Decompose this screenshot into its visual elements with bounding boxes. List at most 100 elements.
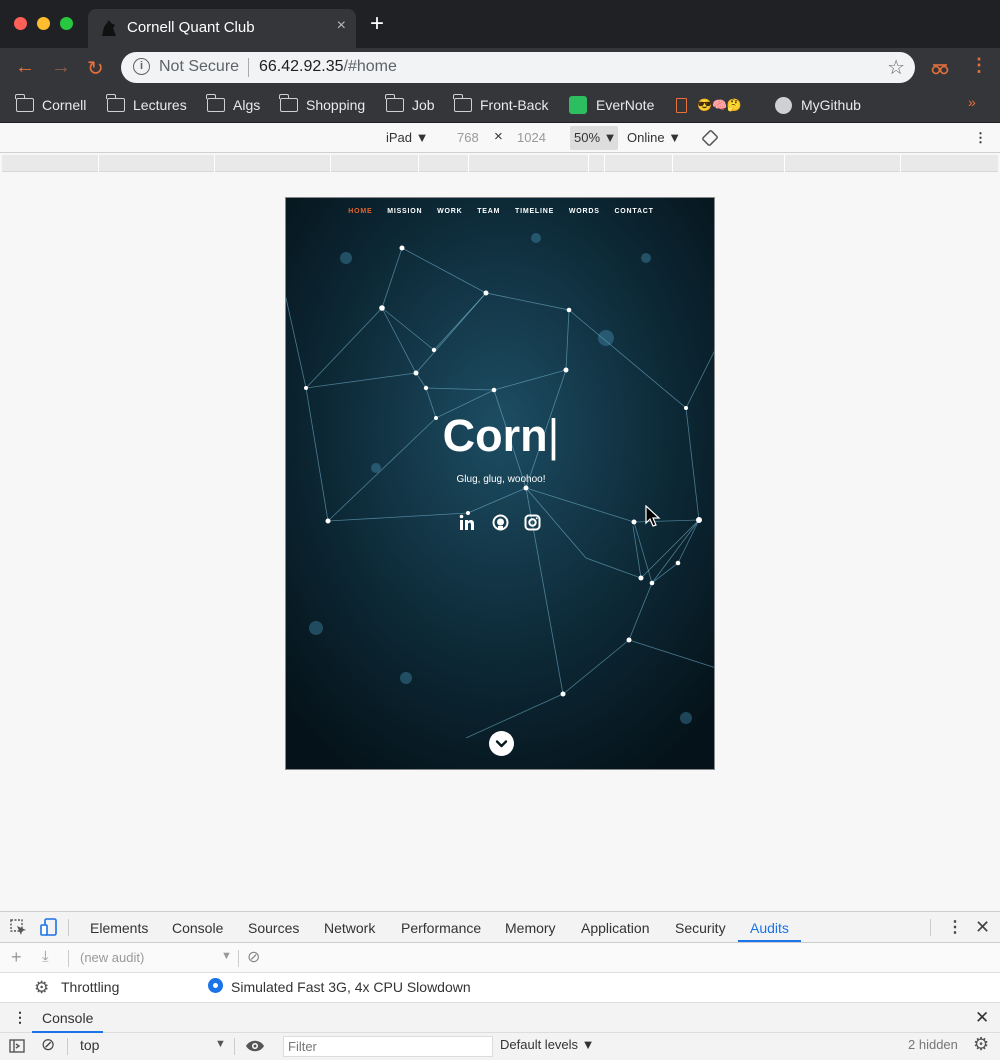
tab-divider [930, 919, 931, 936]
bookmarks-bar: Cornell Lectures Algs Shopping Job Front… [0, 88, 1000, 123]
devtools-close-icon[interactable]: ✕ [975, 917, 990, 938]
maximize-window-button[interactable] [60, 17, 73, 30]
folder-icon [385, 94, 404, 112]
url-text[interactable]: 66.42.92.35/#home [259, 58, 397, 76]
bookmark-cornell[interactable]: Cornell [15, 94, 87, 116]
address-bar[interactable]: i Not Secure 66.42.92.35/#home ☆ [121, 52, 915, 83]
linkedin-icon[interactable] [459, 514, 476, 531]
device-toggle-icon[interactable] [40, 918, 58, 936]
bookmark-evernote[interactable]: EverNote [569, 94, 654, 116]
tab-close-icon[interactable]: × [337, 17, 346, 35]
github-icon[interactable] [492, 514, 509, 531]
github-icon [775, 96, 792, 114]
add-audit-icon[interactable]: + [11, 947, 22, 968]
device-toolbar: iPad ▼ 768 × 1024 50% ▼ Online ▼ ⋮ [0, 123, 1000, 153]
bookmark-lectures[interactable]: Lectures [106, 94, 187, 116]
nav-work[interactable]: WORK [437, 208, 462, 215]
devtools-menu-icon[interactable]: ⋮ [947, 917, 963, 937]
new-tab-button[interactable]: + [370, 12, 384, 36]
log-levels-select[interactable]: Default levels ▼ [500, 1037, 595, 1052]
tab-audits[interactable]: Audits [750, 920, 789, 936]
minimize-window-button[interactable] [37, 17, 50, 30]
clear-audits-icon[interactable]: ⊘ [247, 947, 260, 967]
tab-divider [68, 919, 69, 936]
gear-icon[interactable]: ⚙ [34, 978, 49, 998]
throttling-radio[interactable] [208, 978, 223, 993]
tab-security[interactable]: Security [675, 920, 726, 936]
device-toolbar-menu-icon[interactable]: ⋮ [974, 130, 987, 146]
console-settings-icon[interactable]: ⚙ [973, 1034, 989, 1055]
eye-icon[interactable] [245, 1039, 265, 1053]
clear-console-icon[interactable]: ⊘ [41, 1035, 55, 1055]
bookmark-label: Cornell [42, 97, 87, 113]
address-divider [248, 58, 249, 77]
bookmark-star-icon[interactable]: ☆ [887, 55, 905, 80]
hero-title-text: Corn [442, 410, 548, 461]
tab-console[interactable]: Console [172, 920, 223, 936]
throttling-value[interactable]: Simulated Fast 3G, 4x CPU Slowdown [231, 979, 471, 995]
drawer-menu-icon[interactable]: ⋮ [13, 1009, 27, 1026]
info-icon[interactable]: i [133, 58, 150, 75]
folder-icon [453, 94, 472, 112]
drawer-close-icon[interactable]: ✕ [975, 1008, 989, 1028]
bookmark-front-back[interactable]: Front-Back [453, 94, 548, 116]
inspect-element-icon[interactable] [10, 919, 28, 937]
more-bookmarks-icon[interactable]: » [968, 94, 976, 110]
bookmark-mygithub[interactable]: MyGithub [775, 94, 861, 116]
rotate-icon[interactable] [701, 129, 719, 147]
drawer-tab-console[interactable]: Console [42, 1010, 93, 1026]
bookmark-shopping[interactable]: Shopping [279, 94, 365, 116]
tab-application[interactable]: Application [581, 920, 650, 936]
nav-team[interactable]: TEAM [477, 208, 500, 215]
scroll-down-button[interactable] [489, 731, 514, 756]
hero-tagline: Glug, glug, woohoo! [456, 474, 546, 485]
bookmark-job[interactable]: Job [385, 94, 435, 116]
bookmark-algs[interactable]: Algs [206, 94, 261, 116]
nav-mission[interactable]: MISSION [387, 208, 422, 215]
close-window-button[interactable] [14, 17, 27, 30]
download-icon[interactable]: ⤓ [42, 948, 49, 965]
throttling-label: Throttling [61, 979, 120, 995]
nav-home[interactable]: HOME [348, 208, 372, 215]
folder-icon [279, 94, 298, 112]
audit-select-arrow-icon[interactable]: ▼ [221, 950, 232, 962]
bookmark-emoji[interactable]: 😎🧠🤔 [676, 94, 742, 116]
audit-select[interactable]: (new audit) [80, 950, 144, 965]
hidden-count: 2 hidden [908, 1037, 958, 1052]
media-query-ruler[interactable] [2, 155, 998, 172]
browser-menu-icon[interactable]: ⋮ [970, 55, 988, 76]
network-select[interactable]: Online ▼ [627, 130, 681, 145]
nav-words[interactable]: WORDS [569, 208, 600, 215]
emulated-viewport[interactable]: HOME MISSION WORK TEAM TIMELINE WORDS CO… [285, 197, 715, 770]
tab-network[interactable]: Network [324, 920, 375, 936]
context-select-arrow-icon[interactable]: ▼ [215, 1038, 226, 1050]
reload-icon[interactable]: ↻ [87, 56, 104, 81]
forward-arrow-icon[interactable]: → [51, 56, 71, 79]
width-input[interactable]: 768 [457, 130, 479, 145]
console-filter-input[interactable]: Filter [283, 1036, 493, 1057]
page-icon [676, 97, 687, 113]
back-arrow-icon[interactable]: ← [15, 56, 35, 79]
instagram-icon[interactable] [524, 514, 541, 531]
browser-tab[interactable]: Cornell Quant Club × [88, 9, 356, 48]
tab-sources[interactable]: Sources [248, 920, 299, 936]
bookmark-label: Algs [233, 97, 261, 113]
evernote-icon [569, 96, 587, 114]
nav-timeline[interactable]: TIMELINE [515, 208, 554, 215]
folder-icon [15, 94, 34, 112]
device-select[interactable]: iPad ▼ [386, 130, 429, 145]
extension-icon[interactable] [931, 61, 949, 75]
nav-contact[interactable]: CONTACT [614, 208, 653, 215]
url-path: /#home [343, 58, 397, 75]
chevron-down-icon [495, 740, 508, 748]
tab-elements[interactable]: Elements [90, 920, 148, 936]
context-select[interactable]: top [80, 1037, 99, 1053]
height-input[interactable]: 1024 [517, 130, 546, 145]
console-toolbar: ⊘ top ▼ Filter Default levels ▼ 2 hidden… [0, 1033, 1000, 1060]
tab-performance[interactable]: Performance [401, 920, 481, 936]
bookmark-label: MyGithub [801, 97, 861, 113]
bookmark-label: Lectures [133, 97, 187, 113]
sidebar-toggle-icon[interactable] [9, 1039, 25, 1053]
zoom-select[interactable]: 50% ▼ [570, 126, 618, 150]
tab-memory[interactable]: Memory [505, 920, 556, 936]
